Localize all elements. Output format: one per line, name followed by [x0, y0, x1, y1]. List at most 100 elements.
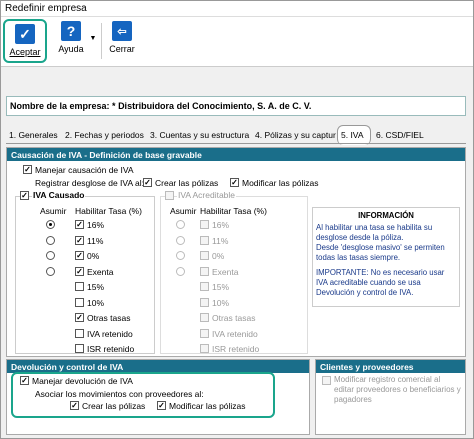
crear-polizas-label: Crear las pólizas — [155, 178, 219, 188]
company-name-label: Nombre de la empresa: * — [10, 101, 116, 111]
causado-rate-label: 0% — [87, 251, 100, 261]
manejar-devolucion-checkbox[interactable]: ✓ — [20, 376, 29, 385]
acreditable-rate-label: Otras tasas — [212, 313, 256, 323]
acreditable-rate-checkbox[interactable] — [200, 313, 209, 322]
causado-asumir-radio[interactable] — [46, 266, 55, 276]
tab-csd-fiel[interactable]: 6. CSD/FIEL — [373, 129, 427, 143]
acreditable-asumir-radio[interactable] — [176, 251, 185, 260]
asociar-label: Asociar los movimientos con proveedores … — [35, 389, 204, 399]
dev-crear-checkbox[interactable]: ✓ — [70, 401, 79, 410]
iva-acreditable-label: IVA Acreditable — [177, 190, 237, 200]
dev-modificar-checkbox[interactable]: ✓ — [157, 401, 166, 410]
toolbar: ✓ Aceptar ? Ayuda ▼ ⇦ Cerrar — [1, 17, 473, 67]
manejar-causacion-label: Manejar causación de IVA — [35, 165, 134, 175]
acreditable-rate-label: ISR retenido — [212, 344, 260, 354]
acreditable-rate-label: 15% — [212, 282, 230, 292]
causado-rate-label: IVA retenido — [87, 328, 133, 339]
accept-button[interactable]: ✓ Aceptar — [3, 19, 47, 63]
company-name-field[interactable]: Nombre de la empresa: * Distribuidora de… — [6, 96, 466, 116]
iva-causado-group — [15, 196, 155, 354]
acreditable-rate-label: Exenta — [212, 266, 239, 277]
help-button[interactable]: ? Ayuda — [55, 21, 87, 54]
causacion-header: Causación de IVA - Definición de base gr… — [7, 148, 465, 161]
acreditable-rate-label: 10% — [212, 297, 230, 308]
modificar-registro-checkbox[interactable] — [322, 376, 331, 385]
causado-rate-checkbox[interactable]: ✓ — [75, 266, 84, 276]
tab-iva[interactable]: 5. IVA — [337, 125, 371, 145]
help-label: Ayuda — [58, 44, 84, 54]
question-icon: ? — [61, 21, 81, 41]
causado-rate-checkbox[interactable] — [75, 344, 84, 353]
habilitar-header: Habilitar Tasa (%) — [75, 206, 142, 216]
checkmark-icon: ✓ — [15, 24, 35, 44]
dev-crear-label: Crear las pólizas — [82, 401, 146, 411]
causado-rate-label: ISR retenido — [87, 344, 135, 354]
acreditable-asumir-radio[interactable] — [176, 266, 185, 276]
acreditable-rate-checkbox[interactable] — [200, 235, 209, 245]
habilitar-header-acreditable: Habilitar Tasa (%) — [200, 206, 267, 216]
causado-rate-label: Otras tasas — [87, 313, 131, 323]
manejar-causacion-checkbox[interactable]: ✓ — [23, 165, 32, 174]
acreditable-rate-checkbox[interactable] — [200, 251, 209, 260]
crear-polizas-checkbox[interactable]: ✓ — [143, 178, 152, 187]
acreditable-rate-label: 16% — [212, 220, 230, 230]
info-title: INFORMACIÓN — [358, 211, 414, 220]
close-button[interactable]: ⇦ Cerrar — [107, 21, 137, 54]
tab-fechas[interactable]: 2. Fechas y periodos — [62, 129, 147, 143]
acreditable-asumir-radio[interactable] — [176, 220, 185, 229]
causado-rate-checkbox[interactable]: ✓ — [75, 251, 84, 260]
causado-rate-checkbox[interactable]: ✓ — [75, 313, 84, 322]
dev-modificar-label: Modificar las pólizas — [169, 401, 246, 411]
modificar-polizas-label: Modificar las pólizas — [242, 178, 319, 188]
acreditable-rate-label: 0% — [212, 251, 225, 261]
iva-causado-label: IVA Causado — [32, 190, 86, 200]
causado-asumir-radio[interactable] — [46, 220, 55, 229]
info-box: INFORMACIÓN Al habilitar una tasa se hab… — [312, 207, 460, 307]
acreditable-rate-checkbox[interactable] — [200, 344, 209, 353]
acreditable-asumir-radio[interactable] — [176, 235, 185, 245]
tab-cuentas[interactable]: 3. Cuentas y su estructura — [147, 129, 252, 143]
causado-rate-checkbox[interactable] — [75, 297, 84, 307]
tab-polizas[interactable]: 4. Pólizas y su captura — [252, 129, 336, 143]
causado-rate-checkbox[interactable] — [75, 282, 84, 291]
clientes-header: Clientes y proveedores — [316, 360, 465, 373]
iva-causado-checkbox[interactable]: ✓ — [20, 191, 29, 200]
window-title: Redefinir empresa — [1, 1, 473, 17]
close-label: Cerrar — [109, 44, 135, 54]
acreditable-rate-checkbox[interactable] — [200, 282, 209, 291]
causado-asumir-radio[interactable] — [46, 235, 55, 245]
tab-divider — [6, 143, 466, 144]
acreditable-rate-label: 11% — [212, 235, 229, 246]
registrar-label: Registrar desglose de IVA al: — [35, 178, 144, 188]
acreditable-rate-checkbox[interactable] — [200, 297, 209, 307]
company-name-value: Distribuidora del Conocimiento, S. A. de… — [118, 101, 312, 111]
causado-rate-checkbox[interactable]: ✓ — [75, 220, 84, 229]
exit-door-icon: ⇦ — [112, 21, 132, 41]
acreditable-rate-label: IVA retenido — [212, 328, 258, 339]
info-text-2: Desde 'desglose masivo' se permiten toda… — [316, 243, 445, 262]
causado-rate-checkbox[interactable]: ✓ — [75, 235, 84, 245]
iva-acreditable-checkbox[interactable] — [165, 191, 174, 200]
acreditable-rate-checkbox[interactable] — [200, 266, 209, 276]
asumir-header-acreditable: Asumir — [170, 206, 197, 216]
causado-rate-label: Exenta — [87, 266, 114, 277]
acreditable-rate-checkbox[interactable] — [200, 328, 209, 338]
toolbar-divider — [101, 23, 102, 59]
accept-label: Aceptar — [9, 47, 41, 57]
asumir-header: Asumir — [40, 206, 67, 216]
help-dropdown-icon[interactable]: ▼ — [89, 35, 97, 42]
causado-rate-label: 10% — [87, 297, 105, 308]
causado-rate-label: 11% — [87, 235, 104, 246]
modificar-registro-label: Modificar registro comercial al editar p… — [334, 375, 461, 404]
info-text-1: Al habilitar una tasa se habilita su des… — [316, 223, 433, 242]
modificar-polizas-checkbox[interactable]: ✓ — [230, 178, 239, 187]
manejar-devolucion-label: Manejar devolución de IVA — [32, 376, 133, 386]
info-text-3: IMPORTANTE: No es necesario usar IVA acr… — [316, 268, 445, 297]
causado-asumir-radio[interactable] — [46, 251, 55, 260]
tab-generales[interactable]: 1. Generales — [6, 129, 61, 143]
causado-rate-checkbox[interactable] — [75, 328, 84, 338]
causado-rate-label: 16% — [87, 220, 105, 230]
acreditable-rate-checkbox[interactable] — [200, 220, 209, 229]
causado-rate-label: 15% — [87, 282, 105, 292]
tab-bar: 1. Generales 2. Fechas y periodos 3. Cue… — [6, 125, 466, 145]
